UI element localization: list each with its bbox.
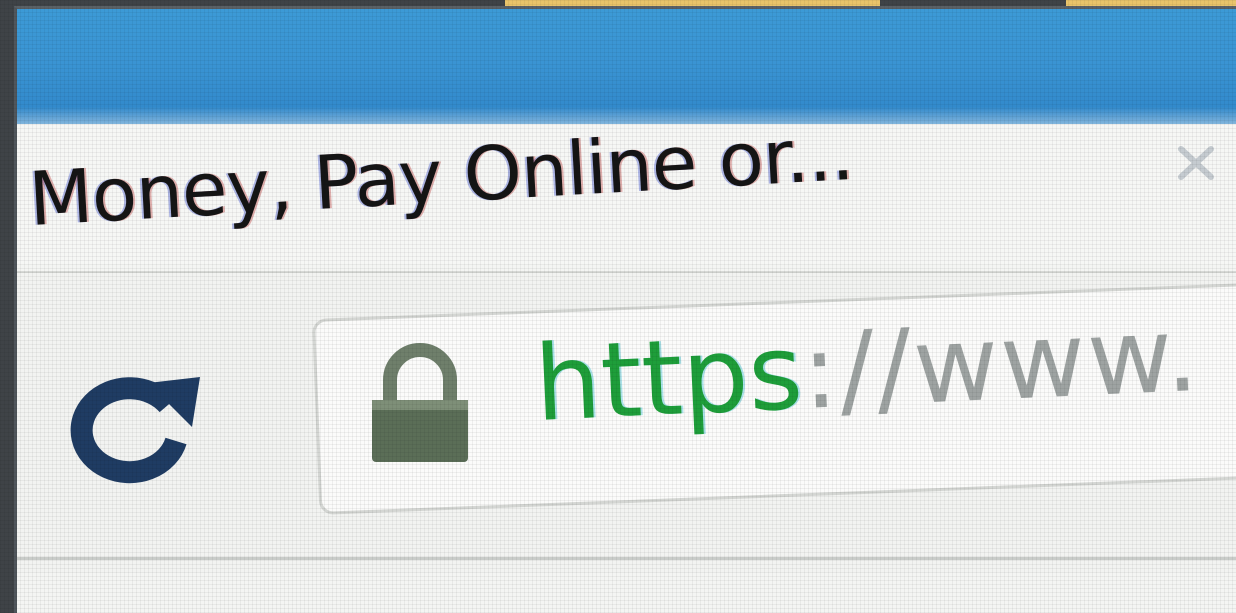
reload-icon [70, 377, 200, 484]
url-text[interactable]: https://www. [532, 293, 1202, 445]
screenshot-stage: Money, Pay Online or... https://www. [0, 0, 1236, 613]
close-icon [1178, 146, 1214, 180]
lock-icon [360, 342, 480, 467]
url-scheme: https [532, 310, 806, 445]
toolbar-divider [17, 557, 1236, 560]
reload-button[interactable] [50, 355, 210, 485]
url-rest: ://www. [799, 292, 1203, 433]
close-tab-button[interactable] [1167, 135, 1223, 191]
